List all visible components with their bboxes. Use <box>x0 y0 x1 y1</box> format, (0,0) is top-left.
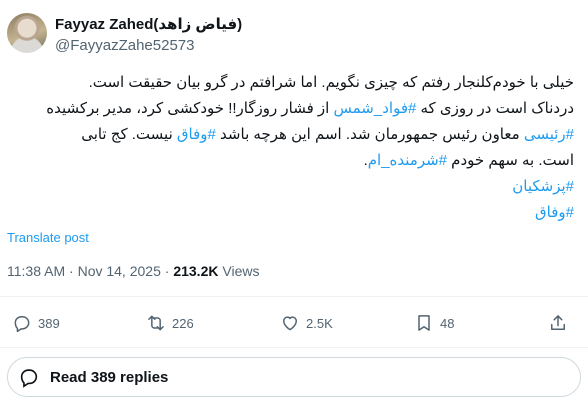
reply-count: 389 <box>38 315 60 331</box>
post-line: #رئیسی معاون رئیس جمهورمان شد. اسم این ه… <box>16 122 574 148</box>
post-text-segment: دردناک است در روزی که <box>416 100 575 117</box>
like-button[interactable]: 2.5K <box>280 311 333 335</box>
post-time[interactable]: 11:38 AM <box>7 263 65 279</box>
repost-button[interactable]: 226 <box>146 311 194 335</box>
post-text-segment: نیست. کج تابی <box>81 126 177 143</box>
hashtag-link[interactable]: #وفاق <box>177 126 216 143</box>
post-meta: 11:38 AM · Nov 14, 2025 · 213.2K Views <box>7 263 259 279</box>
author-name[interactable]: Fayyaz Zahed(فیاض زاهد) <box>55 16 242 34</box>
views-label: Views <box>222 263 260 279</box>
post-text-segment: از فشار روزگار!! خودکشی کرد، مدیر برکشید… <box>46 100 334 117</box>
share-button[interactable] <box>548 311 568 335</box>
post-line: #پزشکیان <box>16 174 574 200</box>
translate-post-link[interactable]: Translate post <box>7 230 89 245</box>
divider <box>0 347 588 348</box>
post-line: خیلی با خودم‌کلنجار رفتم که چیزی نگویم. … <box>16 70 574 96</box>
action-bar: 389 226 2.5K 48 <box>0 311 588 335</box>
post-text: خیلی با خودم‌کلنجار رفتم که چیزی نگویم. … <box>16 70 574 226</box>
hashtag-link[interactable]: #پزشکیان <box>512 178 574 195</box>
post-line: است. به سهم خودم #شرمنده_ام. <box>16 148 574 174</box>
reply-icon <box>14 316 30 333</box>
post-text-segment: معاون رئیس جمهورمان شد. اسم این هرچه باش… <box>215 126 524 143</box>
avatar[interactable] <box>7 13 47 53</box>
read-replies-label: Read 389 replies <box>50 368 169 386</box>
divider <box>0 296 588 297</box>
hashtag-link[interactable]: #شرمنده_ام <box>368 152 447 169</box>
meta-separator: · <box>69 263 78 279</box>
hashtag-link[interactable]: #وفاق <box>535 204 574 221</box>
bookmark-count: 48 <box>440 315 455 331</box>
repost-count: 226 <box>172 315 194 331</box>
reply-icon <box>20 369 38 388</box>
heart-icon <box>283 316 297 331</box>
hashtag-link[interactable]: #رئیسی <box>524 126 574 143</box>
reply-button[interactable]: 389 <box>12 311 60 335</box>
post-text-segment: است. به سهم خودم <box>447 152 574 169</box>
bookmark-button[interactable]: 48 <box>414 311 454 335</box>
share-icon <box>551 315 565 330</box>
hashtag-link[interactable]: #فواد_شمس <box>334 100 417 117</box>
post-line: دردناک است در روزی که #فواد_شمس از فشار … <box>16 96 574 122</box>
post-date[interactable]: Nov 14, 2025 <box>78 263 161 279</box>
repost-icon <box>148 315 164 331</box>
post-text-segment: خیلی با خودم‌کلنجار رفتم که چیزی نگویم. … <box>88 74 574 91</box>
post-line: #وفاق <box>16 200 574 226</box>
read-replies-button[interactable]: Read 389 replies <box>7 357 581 397</box>
bookmark-icon <box>418 315 430 331</box>
author-handle[interactable]: @FayyazZahe52573 <box>55 37 194 55</box>
like-count: 2.5K <box>306 315 333 331</box>
views-count: 213.2K <box>173 263 219 279</box>
